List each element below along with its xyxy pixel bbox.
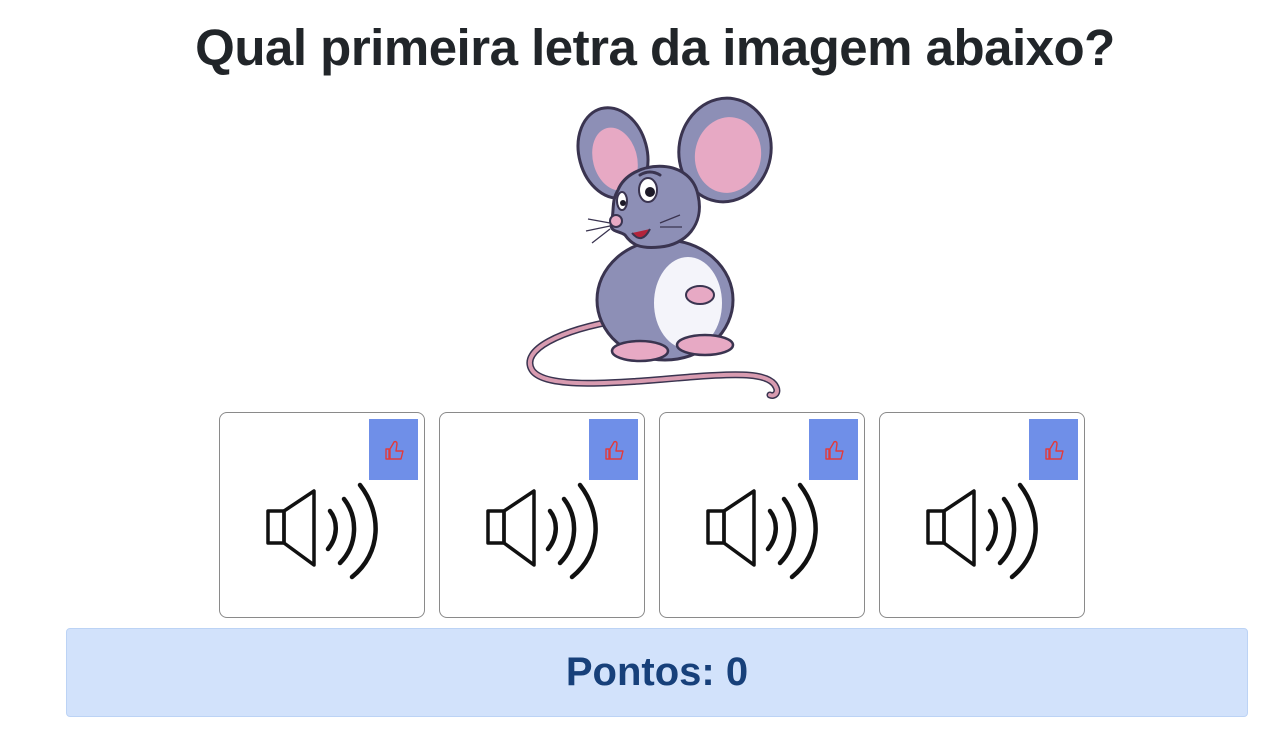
score-bar: Pontos: 0 [66, 628, 1248, 717]
answer-option-4[interactable] [879, 412, 1085, 618]
thumbs-up-icon [1044, 440, 1064, 460]
score-label: Pontos: 0 [565, 650, 749, 694]
speaker-icon[interactable] [484, 477, 608, 581]
answer-option-1[interactable] [219, 412, 425, 618]
quiz-page: Qual primeira letra da imagem abaixo? Po… [0, 0, 1280, 742]
speaker-icon[interactable] [924, 477, 1048, 581]
mouse-picture [526, 96, 781, 399]
like-button[interactable] [809, 419, 858, 480]
answer-options [219, 412, 1085, 618]
answer-option-2[interactable] [439, 412, 645, 618]
thumbs-up-icon [604, 440, 624, 460]
thumbs-up-icon [384, 440, 404, 460]
thumbs-up-icon [824, 440, 844, 460]
like-button[interactable] [1029, 419, 1078, 480]
like-button[interactable] [369, 419, 418, 480]
question-title: Qual primeira letra da imagem abaixo? [195, 19, 1115, 76]
like-button[interactable] [589, 419, 638, 480]
speaker-icon[interactable] [264, 477, 388, 581]
answer-option-3[interactable] [659, 412, 865, 618]
speaker-icon[interactable] [704, 477, 828, 581]
